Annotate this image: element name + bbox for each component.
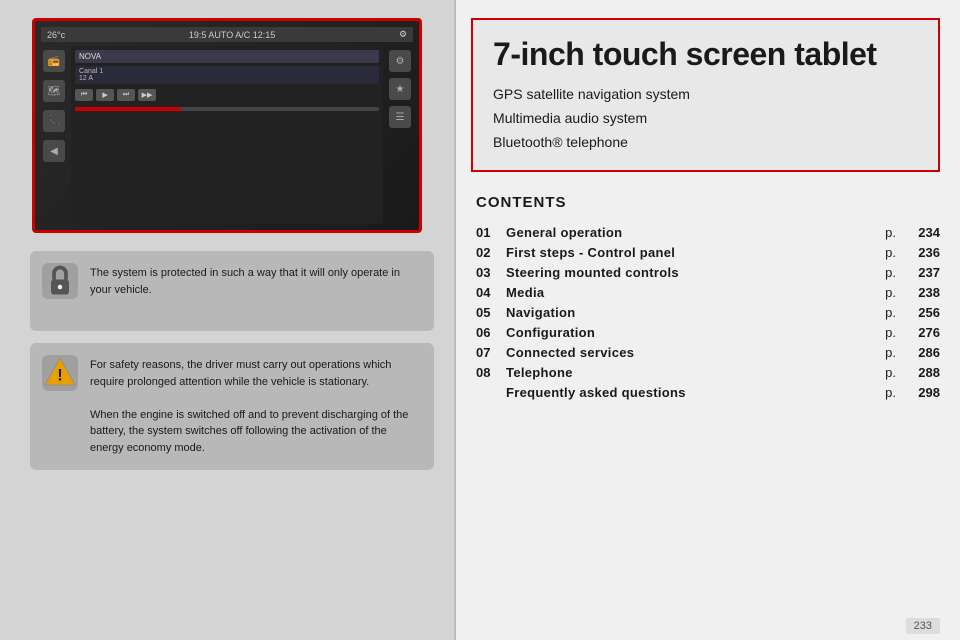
- screen-right-icons: ⚙ ★ ☰: [387, 46, 413, 224]
- faq-p: p.: [885, 385, 896, 400]
- svg-text:!: !: [57, 367, 63, 385]
- next-btn: ⏭: [117, 89, 135, 101]
- subtitle-line2: Multimedia audio system: [493, 107, 918, 131]
- header-title: 7-inch touch screen tablet: [493, 36, 918, 73]
- screen-icon-back: ◀: [43, 140, 65, 162]
- lock-info-text: The system is protected in such a way th…: [90, 265, 420, 298]
- toc-p-7: p.: [885, 365, 896, 380]
- screen-media-info: Canal 1 12 A: [75, 66, 379, 84]
- screen-progress: [75, 107, 379, 111]
- screen-icon-phone: 📞: [43, 110, 65, 132]
- toc-label-5: Configuration: [506, 325, 885, 340]
- screen-icon-nav: 🗺: [43, 80, 65, 102]
- warning-info-box: ! For safety reasons, the driver must ca…: [30, 343, 434, 470]
- toc-label-3: Media: [506, 285, 885, 300]
- warning-info-text-1: For safety reasons, the driver must carr…: [90, 357, 420, 456]
- main-container: 26°c 19:5 AUTO A/C 12:15 ⚙ 📻 🗺 📞 ◀ NOVA: [0, 0, 960, 640]
- toc-p-0: p.: [885, 225, 896, 240]
- toc-row: 08 Telephone p. 288: [476, 365, 940, 380]
- toc-table: 01 General operation p. 234 02 First ste…: [476, 225, 940, 380]
- right-panel: 7-inch touch screen tablet GPS satellite…: [456, 0, 960, 640]
- toc-p-6: p.: [885, 345, 896, 360]
- device-image-box: 26°c 19:5 AUTO A/C 12:15 ⚙ 📻 🗺 📞 ◀ NOVA: [32, 18, 422, 233]
- header-box: 7-inch touch screen tablet GPS satellite…: [471, 18, 940, 172]
- faq-page: 298: [904, 385, 940, 400]
- screen-icon-radio: 📻: [43, 50, 65, 72]
- screen-icon-settings: ⚙: [389, 50, 411, 72]
- footer-bar: 233: [456, 614, 960, 640]
- screen-main: NOVA Canal 1 12 A ⏮ ▶ ⏭ ▶▶: [71, 46, 383, 224]
- toc-label-1: First steps - Control panel: [506, 245, 885, 260]
- screen-icon-list: ☰: [389, 106, 411, 128]
- page-number: 233: [906, 618, 940, 634]
- header-subtitles: GPS satellite navigation system Multimed…: [493, 83, 918, 154]
- device-screen: 26°c 19:5 AUTO A/C 12:15 ⚙ 📻 🗺 📞 ◀ NOVA: [35, 21, 419, 230]
- toc-number-0: 01: [476, 225, 506, 240]
- toc-p-4: p.: [885, 305, 896, 320]
- lock-info-box: The system is protected in such a way th…: [30, 251, 434, 331]
- toc-row: 05 Navigation p. 256: [476, 305, 940, 320]
- toc-number-6: 07: [476, 345, 506, 360]
- screen-controls: ⏮ ▶ ⏭ ▶▶: [75, 89, 379, 101]
- info-boxes: The system is protected in such a way th…: [0, 233, 454, 640]
- toc-page-5: 276: [904, 325, 940, 340]
- toc-number-5: 06: [476, 325, 506, 340]
- toc-row: 03 Steering mounted controls p. 237: [476, 265, 940, 280]
- toc-row: 02 First steps - Control panel p. 236: [476, 245, 940, 260]
- toc-page-0: 234: [904, 225, 940, 240]
- screen-info: 19:5 AUTO A/C 12:15: [189, 30, 275, 40]
- toc-p-5: p.: [885, 325, 896, 340]
- toc-page-6: 286: [904, 345, 940, 360]
- contents-section: CONTENTS 01 General operation p. 234 02 …: [456, 172, 960, 614]
- toc-label-4: Navigation: [506, 305, 885, 320]
- toc-page-1: 236: [904, 245, 940, 260]
- warning-icon: !: [42, 355, 78, 391]
- toc-label-2: Steering mounted controls: [506, 265, 885, 280]
- subtitle-line3: Bluetooth® telephone: [493, 131, 918, 155]
- prev-btn: ⏮: [75, 89, 93, 101]
- contents-title: CONTENTS: [476, 194, 940, 211]
- toc-number-1: 02: [476, 245, 506, 260]
- toc-label-6: Connected services: [506, 345, 885, 360]
- screen-content: 📻 🗺 📞 ◀ NOVA Canal 1 12 A: [41, 46, 413, 224]
- toc-label-7: Telephone: [506, 365, 885, 380]
- more-btn: ▶▶: [138, 89, 156, 101]
- toc-page-4: 256: [904, 305, 940, 320]
- toc-p-2: p.: [885, 265, 896, 280]
- toc-number-4: 05: [476, 305, 506, 320]
- toc-number-7: 08: [476, 365, 506, 380]
- screen-progress-fill: [75, 107, 181, 111]
- toc-number-3: 04: [476, 285, 506, 300]
- screen-icon-star: ★: [389, 78, 411, 100]
- toc-row: 07 Connected services p. 286: [476, 345, 940, 360]
- toc-row-faq: Frequently asked questions p. 298: [476, 385, 940, 400]
- toc-page-2: 237: [904, 265, 940, 280]
- screen-top-bar: 26°c 19:5 AUTO A/C 12:15 ⚙: [41, 27, 413, 42]
- screen-station: NOVA: [75, 50, 379, 63]
- toc-p-1: p.: [885, 245, 896, 260]
- screen-temp: 26°c: [47, 30, 65, 40]
- toc-row: 04 Media p. 238: [476, 285, 940, 300]
- faq-label: Frequently asked questions: [506, 385, 885, 400]
- toc-page-7: 288: [904, 365, 940, 380]
- play-btn: ▶: [96, 89, 114, 101]
- toc-p-3: p.: [885, 285, 896, 300]
- toc-row: 01 General operation p. 234: [476, 225, 940, 240]
- toc-number-2: 03: [476, 265, 506, 280]
- subtitle-line1: GPS satellite navigation system: [493, 83, 918, 107]
- toc-page-3: 238: [904, 285, 940, 300]
- left-panel: 26°c 19:5 AUTO A/C 12:15 ⚙ 📻 🗺 📞 ◀ NOVA: [0, 0, 454, 640]
- toc-label-0: General operation: [506, 225, 885, 240]
- lock-icon: [42, 263, 78, 299]
- screen-left-icons: 📻 🗺 📞 ◀: [41, 46, 67, 224]
- screen-gear-icon: ⚙: [399, 29, 407, 40]
- toc-row: 06 Configuration p. 276: [476, 325, 940, 340]
